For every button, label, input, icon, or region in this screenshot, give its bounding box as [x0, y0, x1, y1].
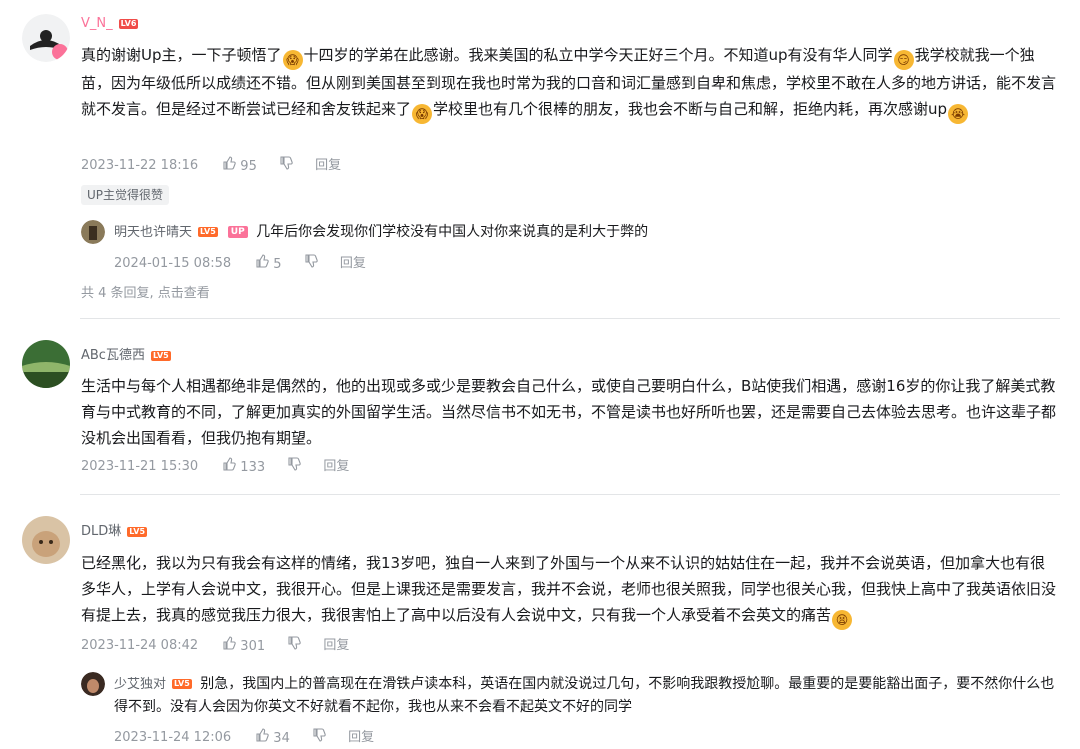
emoji-icon: 😏: [893, 50, 914, 70]
reply-1: 明天也许晴天 LV5 UP 几年后你会发现你们学校没有中国人对你来说真的是利大于弊的: [114, 221, 648, 244]
emoji-icon: 😱: [412, 104, 433, 124]
dislike-button[interactable]: [304, 254, 318, 274]
emoji-icon: 😱: [282, 50, 303, 70]
up-badge: UP: [227, 226, 248, 238]
emoji-icon: 😭: [948, 104, 969, 124]
like-button[interactable]: 95: [222, 156, 257, 176]
thumbs-up-icon: [223, 457, 237, 471]
username[interactable]: V_N_: [81, 16, 113, 31]
view-more-replies[interactable]: 共 4 条回复, 点击查看: [81, 285, 210, 303]
comment-text: 真的谢谢Up主，一下子顿悟了 😱 十四岁的学弟在此感谢。我来美国的私立中学今天正好三…: [81, 42, 1056, 124]
like-button[interactable]: 5: [255, 254, 282, 274]
reply-avatar[interactable]: [81, 220, 105, 244]
thumbs-down-icon: [305, 254, 318, 268]
avatar[interactable]: [22, 14, 70, 62]
timestamp: 2023-11-21 15:30: [81, 459, 199, 474]
like-count: 34: [273, 730, 290, 746]
thumbs-down-icon: [288, 636, 302, 650]
comment-text: 生活中与每个人相遇都绝非是偶然的，他的出现或多或少是要教会自己什么，或使自己要明…: [81, 377, 1057, 447]
comment-meta: 2023-11-21 15:30 133 回复: [81, 457, 349, 477]
reply-meta: 2023-11-24 12:06 34 回复: [114, 728, 374, 748]
reply-username[interactable]: 明天也许晴天: [114, 225, 192, 240]
reply-meta: 2024-01-15 08:58 5 回复: [114, 254, 366, 274]
up-liked-tag: UP主觉得很赞: [81, 185, 170, 205]
reply-1: 少艾独对 LV5 别急，我国内上的普高现在在滑铁卢读本科，英语在国内就没说过几句，…: [114, 673, 1059, 718]
username-row: V_N_ LV6: [81, 15, 139, 33]
username[interactable]: DLD琳: [81, 524, 121, 539]
timestamp: 2023-11-22 18:16: [81, 158, 199, 173]
reply-username[interactable]: 少艾独对: [114, 677, 166, 692]
thumbs-up-icon: [223, 636, 237, 650]
thumbs-down-icon: [288, 457, 302, 471]
reply-button[interactable]: 回复: [323, 637, 349, 655]
level-badge: LV5: [172, 679, 192, 689]
username[interactable]: ABc瓦德西: [81, 348, 145, 363]
level-badge: LV5: [198, 227, 218, 237]
like-button[interactable]: 34: [255, 728, 290, 748]
divider: [80, 494, 1060, 495]
thumbs-up-icon: [223, 156, 237, 170]
avatar[interactable]: [22, 516, 70, 564]
dislike-button[interactable]: [287, 457, 302, 477]
timestamp: 2023-11-24 12:06: [114, 730, 232, 745]
emoji-icon: 😫: [832, 610, 853, 630]
reply-button[interactable]: 回复: [340, 255, 366, 273]
reply-avatar[interactable]: [81, 672, 105, 696]
timestamp: 2024-01-15 08:58: [114, 256, 232, 271]
like-button[interactable]: 301: [222, 636, 265, 656]
reply-text: 几年后你会发现你们学校没有中国人对你来说真的是利大于弊的: [256, 224, 649, 240]
like-button[interactable]: 133: [222, 457, 265, 477]
dislike-button[interactable]: [312, 728, 326, 748]
thumbs-up-icon: [256, 728, 270, 742]
dislike-button[interactable]: [279, 156, 293, 176]
divider: [80, 318, 1060, 319]
comment-text: 已经黑化，我以为只有我会有这样的情绪，我13岁吧，独自一人来到了外国与一个从来不…: [81, 550, 1056, 630]
reply-button[interactable]: 回复: [323, 458, 349, 476]
like-count: 5: [273, 256, 282, 272]
reply-button[interactable]: 回复: [348, 729, 374, 747]
avatar[interactable]: [22, 340, 70, 388]
like-count: 95: [240, 158, 257, 174]
timestamp: 2023-11-24 08:42: [81, 638, 199, 653]
level-badge: LV6: [118, 18, 139, 29]
username-row: ABc瓦德西 LV5: [81, 347, 171, 365]
level-badge: LV5: [150, 350, 171, 361]
comment-meta: 2023-11-24 08:42 301 回复: [81, 636, 349, 656]
reply-text: 别急，我国内上的普高现在在滑铁卢读本科，英语在国内就没说过几句，不影响我跟教授尬…: [114, 676, 1055, 715]
reply-button[interactable]: 回复: [315, 157, 341, 175]
thumbs-down-icon: [280, 156, 293, 170]
comment-meta: 2023-11-22 18:16 95 回复: [81, 156, 341, 176]
dislike-button[interactable]: [287, 636, 302, 656]
thumbs-up-icon: [256, 254, 270, 268]
like-count: 301: [240, 638, 266, 654]
level-badge: LV5: [127, 526, 148, 537]
like-count: 133: [240, 459, 266, 475]
thumbs-down-icon: [313, 728, 326, 742]
username-row: DLD琳 LV5: [81, 523, 148, 541]
